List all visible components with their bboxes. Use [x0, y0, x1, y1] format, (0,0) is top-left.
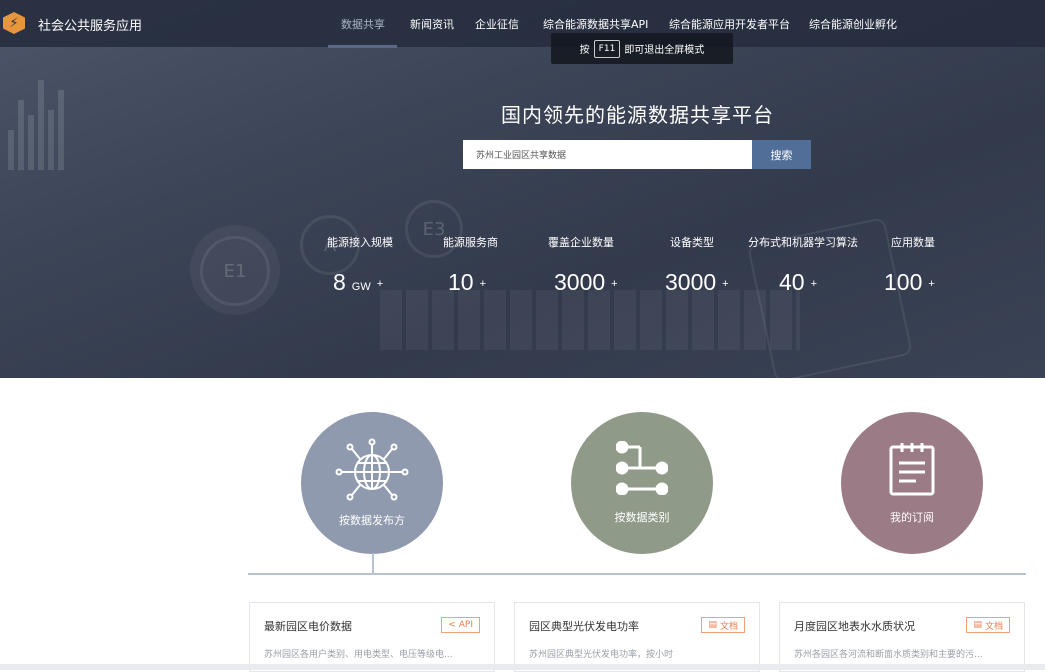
stat-companies: 覆盖企业数量 3000 +	[548, 236, 618, 295]
app-name[interactable]: 社会公共服务应用	[38, 15, 142, 34]
nav-item-news[interactable]: 新闻资讯	[410, 16, 454, 32]
stat-energy-scale: 能源接入规模 8 GW +	[327, 236, 393, 295]
fullscreen-tooltip: 按 F11 即可退出全屏模式	[551, 33, 733, 64]
stat-algorithms: 分布式和机器学习算法 40 +	[748, 236, 858, 295]
nav-item-developer-platform[interactable]: 综合能源应用开发者平台	[669, 16, 790, 32]
hero-headline: 国内领先的能源数据共享平台	[501, 103, 774, 127]
section-divider	[248, 573, 1026, 575]
nav-item-api[interactable]: 综合能源数据共享API	[543, 16, 648, 32]
connector-line	[372, 553, 374, 573]
stat-device-types: 设备类型 3000 +	[665, 236, 729, 295]
nav-item-data-sharing[interactable]: 数据共享	[341, 16, 385, 32]
document-icon: ▤	[973, 620, 982, 630]
data-card[interactable]: 最新园区电价数据 < API 苏州园区各用户类别、用电类型、电压等级电...	[249, 602, 495, 672]
card-tag: < API	[441, 617, 480, 633]
category-by-publisher[interactable]: 按数据发布方	[301, 412, 443, 554]
nav-item-incubation[interactable]: 综合能源创业孵化	[809, 16, 897, 32]
card-title[interactable]: 园区典型光伏发电功率	[529, 618, 639, 634]
keyboard-decoration	[380, 290, 800, 350]
hero-banner: E1 A E3 国内领先的能源数据共享平台 搜索 能源接入规模 8GW+ 能源服…	[0, 0, 1045, 378]
f11-key: F11	[593, 39, 621, 58]
card-description: 苏州园区各用户类别、用电类型、电压等级电...	[264, 650, 453, 660]
lightning-icon[interactable]: ⚡	[3, 12, 25, 34]
card-tag: ▤ 文档	[966, 617, 1010, 633]
data-card[interactable]: 园区典型光伏发电功率 ▤ 文档 苏州园区典型光伏发电功率，按小时	[514, 602, 760, 672]
stat-service-providers: 能源服务商 10 +	[443, 236, 498, 295]
search-input[interactable]	[463, 140, 752, 169]
search-button[interactable]: 搜索	[752, 140, 811, 169]
data-card[interactable]: 月度园区地表水水质状况 ▤ 文档 苏州各园区各河流和断面水质类别和主要的污...	[779, 602, 1025, 672]
nav-item-credit[interactable]: 企业征信	[475, 16, 519, 32]
card-title[interactable]: 月度园区地表水水质状况	[794, 618, 915, 634]
card-description: 苏州园区典型光伏发电功率，按小时	[529, 650, 674, 660]
share-icon: <	[448, 620, 456, 630]
card-description: 苏州各园区各河流和断面水质类别和主要的污...	[794, 650, 983, 660]
top-navbar: ⚡ 社会公共服务应用 数据共享 新闻资讯 企业征信 综合能源数据共享API 综合…	[0, 0, 1045, 48]
card-tag: ▤ 文档	[701, 617, 745, 633]
stat-applications: 应用数量 100 +	[884, 236, 935, 295]
globe-network-icon	[335, 438, 409, 501]
bottom-scroll-area	[0, 664, 1045, 670]
category-by-type[interactable]: 按数据类别	[571, 412, 713, 554]
flow-diagram-icon	[616, 441, 668, 495]
category-my-subscriptions[interactable]: 我的订阅	[841, 412, 983, 554]
document-icon: ▤	[708, 620, 717, 630]
ring-decoration: E1	[200, 236, 270, 306]
card-title[interactable]: 最新园区电价数据	[264, 618, 352, 634]
clipboard-icon	[889, 443, 935, 496]
nav-active-indicator	[328, 45, 397, 48]
